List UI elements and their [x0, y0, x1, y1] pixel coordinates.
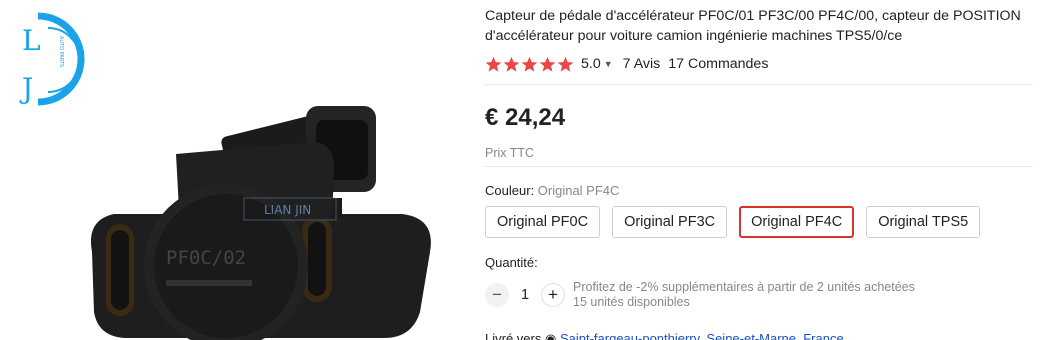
star-icon — [557, 56, 574, 72]
stock-available-text: 15 unités disponibles — [573, 295, 690, 309]
quantity-decrease-button[interactable]: − — [485, 283, 509, 307]
part-marking-text: PF0C/02 — [166, 247, 246, 269]
rating-row: 5.0 ▼ 7 Avis 17 Commandes — [485, 55, 768, 73]
product-title: Capteur de pédale d'accélérateur PF0C/01… — [485, 8, 1021, 44]
quantity-notes: Profitez de -2% supplémentaires à partir… — [573, 280, 915, 310]
quantity-stepper: − 1 + — [485, 283, 565, 307]
product-image: PF0C/02 LIAN JIN — [90, 106, 431, 340]
color-label: Couleur: Original PF4C — [485, 183, 619, 198]
divider — [485, 166, 1033, 167]
color-option-pf3c[interactable]: Original PF3C — [612, 206, 728, 238]
color-option-pf4c[interactable]: Original PF4C — [739, 206, 855, 238]
rating-value[interactable]: 5.0 — [581, 56, 601, 72]
orders-count: 17 Commandes — [668, 56, 769, 72]
product-gallery[interactable]: L J AUTO PARTS PF0C/02 LIAN JIN — [0, 0, 470, 340]
logo-letter-l: L — [22, 24, 41, 57]
logo-letter-j: J — [19, 72, 33, 105]
delivery-label: Livré vers — [485, 331, 542, 340]
divider — [485, 84, 1033, 85]
quantity-value[interactable]: 1 — [509, 287, 541, 303]
color-option-pf0c[interactable]: Original PF0C — [485, 206, 601, 238]
watermark-text: LIAN JIN — [264, 203, 311, 217]
color-label-text: Couleur: — [485, 183, 535, 198]
bulk-discount-text: Profitez de -2% supplémentaires à partir… — [573, 280, 915, 294]
color-option-tps5[interactable]: Original TPS5 — [866, 206, 981, 238]
quantity-increase-button[interactable]: + — [541, 283, 565, 307]
selected-color-text: Original PF4C — [537, 183, 620, 198]
tax-note: Prix TTC — [485, 146, 535, 160]
delivery-location-link[interactable]: Saint-fargeau-ponthierry, Seine-et-Marne… — [560, 331, 844, 340]
product-price: € 24,24 — [485, 104, 566, 131]
chevron-down-icon[interactable]: ▼ — [604, 59, 613, 69]
star-icon — [521, 56, 538, 72]
location-pin-icon: ◉ — [544, 331, 557, 340]
quantity-label: Quantité: — [485, 255, 538, 270]
logo-vertical-text: AUTO PARTS — [58, 36, 64, 67]
product-info: Capteur de pédale d'accélérateur PF0C/01… — [485, 0, 1041, 340]
star-icon — [539, 56, 556, 72]
star-icon — [485, 56, 502, 72]
delivery-row: Livré vers ◉ Saint-fargeau-ponthierry, S… — [485, 331, 844, 340]
reviews-link[interactable]: 7 Avis — [623, 56, 661, 72]
star-icon — [503, 56, 520, 72]
rating-stars[interactable] — [485, 56, 575, 73]
color-options: Original PF0C Original PF3C Original PF4… — [485, 206, 992, 238]
brand-logo: L J AUTO PARTS — [19, 12, 85, 106]
